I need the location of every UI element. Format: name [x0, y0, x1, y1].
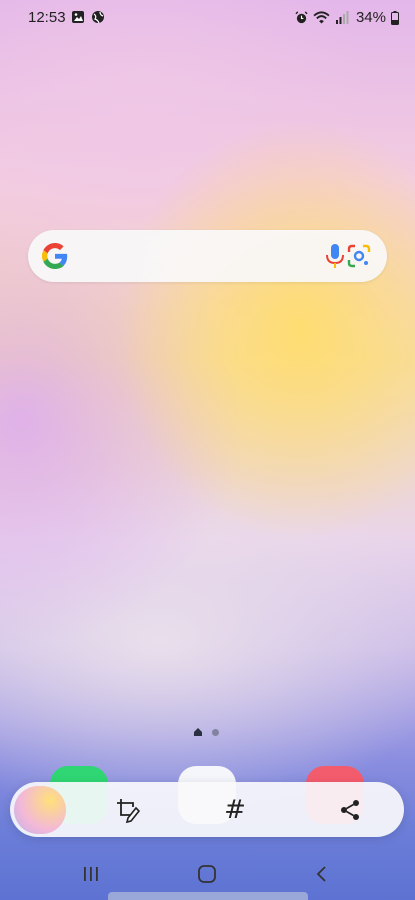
tag-button[interactable]: # [220, 795, 250, 825]
navigation-bar [0, 852, 415, 896]
gallery-icon [72, 11, 84, 23]
screenshot-thumbnail[interactable] [14, 786, 66, 834]
google-g-icon [42, 243, 68, 269]
share-icon [341, 800, 359, 820]
clock: 12:53 [28, 9, 66, 26]
back-icon [316, 866, 326, 882]
signal-icon [335, 11, 349, 24]
status-bar: 12:53 34% [0, 0, 415, 34]
crop-edit-icon [117, 799, 141, 824]
home-page-indicator-icon [194, 728, 202, 736]
google-search-widget[interactable] [28, 230, 387, 282]
alarm-icon [295, 11, 308, 24]
crop-edit-button[interactable] [113, 795, 143, 825]
back-button[interactable] [307, 862, 337, 886]
share-button[interactable] [335, 795, 365, 825]
globe-icon [92, 11, 104, 24]
page-indicators[interactable] [194, 728, 219, 736]
notification-icons [71, 10, 105, 24]
battery-percentage: 34% [355, 9, 386, 26]
recents-icon [84, 867, 98, 881]
google-lens-icon[interactable] [346, 243, 372, 269]
home-button[interactable] [192, 862, 222, 886]
wifi-icon [313, 11, 330, 24]
home-icon [198, 865, 216, 883]
page-indicator-dot [212, 728, 219, 736]
mic-icon[interactable] [324, 243, 346, 269]
screenshot-toolbar: # [10, 782, 404, 837]
recents-button[interactable] [76, 862, 106, 886]
bottom-handle [108, 892, 308, 900]
battery-icon [391, 10, 399, 25]
system-icons: 34% [295, 9, 399, 26]
